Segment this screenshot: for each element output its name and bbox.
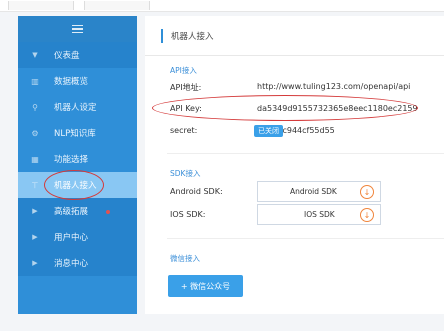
download-icon[interactable]: ↓ xyxy=(360,185,374,199)
sidebar-item-label: 功能选择 xyxy=(54,155,89,165)
caret-right-icon: ▶ xyxy=(32,259,38,267)
android-sdk-button[interactable]: Android SDK ↓ xyxy=(257,181,381,202)
divider xyxy=(167,153,444,154)
android-sdk-button-label: Android SDK xyxy=(290,187,337,196)
api-address-label: API地址: xyxy=(170,83,202,92)
sidebar-item-nlp-knowledge[interactable]: ⚙ NLP知识库 xyxy=(18,120,137,146)
header-accent xyxy=(161,28,163,43)
sidebar-item-robot-settings[interactable]: ⚲ 机器人设定 xyxy=(18,94,137,120)
sidebar: ▼ 仪表盘 ▥ 数据概览 ⚲ 机器人设定 ⚙ NLP知识库 ▦ 功能选择 ⊤ 机… xyxy=(18,16,137,314)
wrench-icon: ⚲ xyxy=(32,102,38,112)
sidebar-item-user-center[interactable]: ▶ 用户中心 xyxy=(18,224,137,250)
gear-icon: ⚙ xyxy=(31,128,39,138)
ios-sdk-button-label: IOS SDK xyxy=(304,210,335,219)
sidebar-item-label: 数据概览 xyxy=(54,77,89,87)
main-panel: 机器人接入 API接入 API地址: http://www.tuling123.… xyxy=(145,16,444,314)
sidebar-item-message-center[interactable]: ▶ 消息中心 xyxy=(18,250,137,276)
sidebar-item-label: NLP知识库 xyxy=(54,129,96,139)
secret-label: secret: xyxy=(170,126,198,135)
annotation-circle-api-key xyxy=(152,95,418,121)
sidebar-item-label: 高级拓展 xyxy=(54,207,89,217)
wechat-section-label: 微信接入 xyxy=(170,254,200,263)
caret-right-icon: ▶ xyxy=(32,207,38,215)
sidebar-item-dashboard[interactable]: ▼ 仪表盘 xyxy=(18,42,137,68)
top-bar xyxy=(0,0,444,12)
notification-dot xyxy=(106,210,110,214)
ios-sdk-label: IOS SDK: xyxy=(170,210,206,219)
android-sdk-label: Android SDK: xyxy=(170,187,223,196)
top-tab-2[interactable] xyxy=(84,1,150,10)
top-tab-1[interactable] xyxy=(8,1,74,10)
annotation-circle-sidebar xyxy=(44,170,104,200)
sidebar-item-label: 消息中心 xyxy=(54,259,89,269)
status-badge[interactable]: 已关闭 xyxy=(254,125,283,137)
sidebar-item-function-select[interactable]: ▦ 功能选择 xyxy=(18,146,137,172)
sidebar-item-label: 机器人设定 xyxy=(54,103,97,113)
chevron-down-icon: ▼ xyxy=(32,51,38,59)
api-address-value: http://www.tuling123.com/openapi/api xyxy=(257,82,411,91)
sidebar-item-advanced[interactable]: ▶ 高级拓展 xyxy=(18,198,137,224)
grid-icon: ▦ xyxy=(31,154,39,164)
add-wechat-account-button[interactable]: + 微信公众号 xyxy=(168,275,243,297)
sidebar-item-data-overview[interactable]: ▥ 数据概览 xyxy=(18,68,137,94)
api-section-label: API接入 xyxy=(170,66,197,75)
plug-icon: ⊤ xyxy=(31,180,39,190)
sdk-section-label: SDK接入 xyxy=(170,169,201,178)
ios-sdk-button[interactable]: IOS SDK ↓ xyxy=(257,204,381,225)
page-header: 机器人接入 xyxy=(145,16,444,56)
sidebar-toggle[interactable] xyxy=(18,16,137,42)
page-title: 机器人接入 xyxy=(171,31,214,42)
bars-icon: ▥ xyxy=(31,76,39,86)
divider xyxy=(167,238,444,239)
hamburger-icon[interactable] xyxy=(72,24,83,34)
sidebar-item-label: 用户中心 xyxy=(54,233,89,243)
sidebar-item-label: 仪表盘 xyxy=(54,51,80,61)
download-icon[interactable]: ↓ xyxy=(360,208,374,222)
caret-right-icon: ▶ xyxy=(32,233,38,241)
